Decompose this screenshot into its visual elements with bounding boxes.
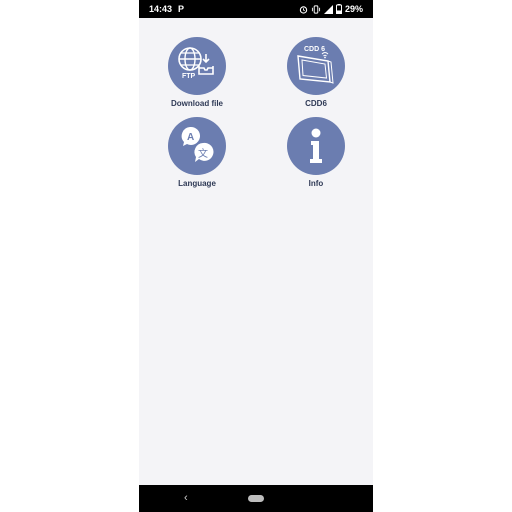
parking-app-indicator: P	[178, 4, 185, 14]
cdd6-label: CDD6	[305, 99, 327, 108]
menu-grid: FTP Download file CDD 6 CDD6 A 文 Languag…	[139, 18, 373, 485]
signal-icon	[323, 4, 333, 14]
status-icons: 29%	[299, 4, 363, 14]
language-letter-b: 文	[198, 147, 208, 160]
alarm-icon	[299, 5, 308, 14]
vibrate-icon	[311, 4, 321, 14]
ftp-download-icon: FTP	[168, 37, 226, 95]
battery-percent: 29%	[344, 4, 363, 14]
cdd6-icon-text: CDD 6	[304, 46, 325, 53]
download-file-label: Download file	[171, 99, 223, 108]
language-label: Language	[178, 179, 216, 188]
status-time: 14:43	[149, 4, 173, 14]
info-icon	[287, 117, 345, 175]
status-bar: 14:43 P 29%	[139, 0, 373, 18]
cdd6-tile[interactable]: CDD 6 CDD6	[271, 37, 361, 108]
battery-icon	[335, 4, 342, 14]
navigation-bar: ‹	[139, 485, 373, 512]
language-letter-a: A	[187, 132, 194, 143]
back-icon[interactable]: ‹	[184, 491, 188, 505]
phone-screen: 14:43 P 29% FTP Download file CDD 6 CDD6…	[139, 0, 373, 512]
info-label: Info	[308, 179, 324, 188]
ftp-label: FTP	[182, 73, 196, 80]
language-tile[interactable]: A 文 Language	[152, 117, 242, 188]
home-pill[interactable]	[248, 495, 264, 502]
download-file-tile[interactable]: FTP Download file	[152, 37, 242, 108]
info-tile[interactable]: Info	[271, 117, 361, 188]
language-icon: A 文	[168, 117, 226, 175]
cdd6-device-icon: CDD 6	[287, 37, 345, 95]
